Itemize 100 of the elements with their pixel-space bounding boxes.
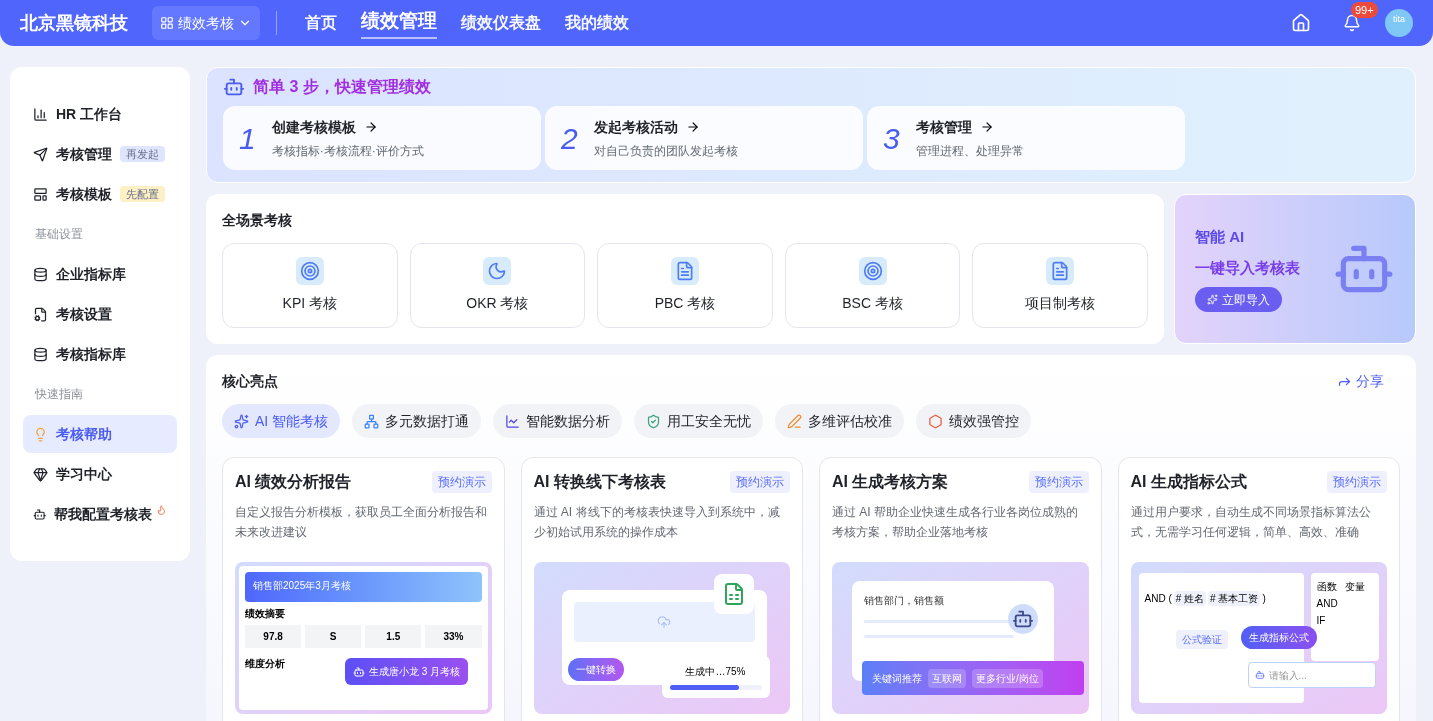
feature-tab[interactable]: 多元数据打通 — [352, 404, 482, 438]
step-number: 2 — [561, 120, 578, 157]
arrow-icon — [979, 120, 994, 134]
sidebar-item[interactable]: 考核设置 — [23, 295, 177, 333]
robot-icon — [1254, 670, 1265, 680]
feature-tab[interactable]: AI 智能考核 — [222, 404, 341, 438]
scenario-icon — [1046, 257, 1075, 285]
section-title: 全场景考核 — [222, 211, 293, 230]
menu-icon — [33, 466, 48, 482]
function-name: AND ( — [1144, 592, 1172, 606]
demo-button[interactable]: 预约演示 — [1327, 471, 1387, 493]
step-card[interactable]: 2 发起考核活动 对自己负责的团队发起考核 — [545, 106, 863, 170]
nav-tab[interactable]: 首页 — [305, 11, 337, 35]
feature-tab[interactable]: 用工安全无忧 — [634, 404, 764, 438]
scenario-label: 项目制考核 — [1025, 294, 1096, 313]
feature-icon — [234, 413, 249, 429]
module-switcher[interactable]: 绩效考核 — [152, 6, 260, 40]
step-number: 3 — [883, 120, 900, 157]
sidebar-item[interactable]: 考核管理 再发起 — [23, 135, 177, 173]
scenario-card[interactable]: KPI 考核 — [222, 243, 398, 328]
menu-label: 考核管理 — [56, 144, 112, 164]
nav-tab[interactable]: 绩效管理 — [361, 6, 437, 40]
robot-icon — [223, 76, 245, 98]
menu-label: 学习中心 — [56, 464, 112, 484]
section-label: 快速指南 — [34, 386, 84, 403]
notification-icon[interactable] — [1343, 14, 1361, 32]
scenario-icon — [483, 257, 512, 285]
menu-icon — [33, 306, 48, 322]
function-item[interactable]: IF — [1316, 613, 1373, 628]
section-title: 核心亮点 — [222, 372, 278, 391]
menu-label: 考核设置 — [56, 304, 112, 324]
scenario-label: KPI 考核 — [282, 294, 338, 313]
step-description: 管理进程、处理异常 — [915, 142, 1024, 160]
generate-report-button[interactable]: 生成唐小龙 3 月考核 — [345, 658, 469, 685]
menu-icon — [33, 146, 48, 162]
demo-button[interactable]: 预约演示 — [1028, 471, 1089, 493]
menu-icon — [33, 266, 48, 282]
nav-tab[interactable]: 绩效仪表盘 — [461, 11, 541, 35]
closing-paren: ) — [1262, 592, 1266, 606]
demo-button[interactable]: 预约演示 — [730, 471, 790, 493]
step-title: 考核管理 — [915, 117, 972, 137]
feature-tab[interactable]: 智能数据分析 — [493, 404, 623, 438]
import-button[interactable]: 立即导入 — [1195, 287, 1282, 312]
card-title: AI 生成指标公式 — [1130, 472, 1247, 492]
menu-icon — [33, 426, 48, 442]
home-icon[interactable] — [1291, 13, 1311, 33]
generate-formula-button[interactable]: 生成指标公式 — [1240, 626, 1317, 649]
step-number: 1 — [239, 120, 256, 157]
step-card[interactable]: 3 考核管理 管理进程、处理异常 — [867, 106, 1185, 170]
scenario-card[interactable]: PBC 考核 — [597, 243, 773, 328]
menu-icon — [33, 346, 48, 362]
sidebar-item[interactable]: 企业指标库 — [23, 255, 177, 293]
feature-icon — [928, 413, 944, 429]
upload-icon — [657, 615, 671, 629]
sidebar-item[interactable]: 考核指标库 — [23, 335, 177, 373]
verify-button[interactable]: 公式验证 — [1175, 630, 1228, 649]
feature-icon — [646, 413, 662, 429]
sidebar-item[interactable]: 帮我配置考核表 — [23, 495, 177, 533]
scenario-icon — [295, 257, 324, 285]
steps-title: 简单 3 步，快速管理绩效 — [253, 77, 431, 97]
card-title: AI 生成考核方案 — [832, 472, 949, 492]
sidebar-item[interactable]: HR 工作台 — [23, 95, 177, 133]
nav-tab[interactable]: 我的绩效 — [565, 11, 629, 35]
stat-value: 97.8 — [245, 625, 302, 648]
card-description: 通过 AI 帮助企业快速生成各行业各岗位成熟的考核方案，帮助企业落地考核 — [832, 504, 1079, 541]
function-item[interactable]: AND — [1316, 596, 1373, 611]
scenario-card[interactable]: 项目制考核 — [972, 243, 1148, 328]
menu-label: 考核指标库 — [56, 344, 126, 364]
step-card[interactable]: 1 创建考核模板 考核指标·考核流程·评价方式 — [223, 106, 541, 170]
scenario-label: PBC 考核 — [654, 294, 716, 313]
menu-badge: 先配置 — [120, 185, 165, 203]
arrow-icon — [363, 120, 378, 134]
sidebar-item[interactable]: 考核模板 先配置 — [23, 175, 177, 213]
scenario-label: BSC 考核 — [842, 294, 903, 313]
brand-name: 北京黑镜科技 — [20, 11, 128, 35]
sidebar-item[interactable]: 考核帮助 — [23, 415, 177, 453]
panel-tab[interactable]: 函数 — [1316, 579, 1337, 594]
sparkle-icon — [1207, 294, 1218, 305]
menu-label: 考核模板 — [56, 184, 112, 204]
menu-label: 考核帮助 — [56, 424, 112, 444]
scenario-card[interactable]: BSC 考核 — [784, 243, 961, 328]
step-title: 发起考核活动 — [593, 117, 678, 137]
card-description: 自定义报告分析模板，获取员工全面分析报告和未来改进建议 — [235, 504, 488, 541]
panel-tab[interactable]: 变量 — [1344, 579, 1365, 594]
share-button[interactable]: 分享 — [1337, 371, 1384, 392]
summary-label: 绩效摘要 — [245, 607, 286, 621]
step-description: 考核指标·考核流程·评价方式 — [271, 142, 424, 160]
promo-subtitle: 一键导入考核表 — [1195, 257, 1301, 278]
scenario-icon — [858, 257, 887, 285]
menu-label: 企业指标库 — [56, 264, 126, 284]
menu-icon — [33, 106, 48, 122]
menu-icon — [33, 186, 48, 202]
scenario-card[interactable]: OKR 考核 — [409, 243, 586, 328]
feature-tab[interactable]: 绩效强管控 — [916, 404, 1032, 438]
convert-button[interactable]: 一键转换 — [567, 658, 624, 681]
menu-label: 帮我配置考核表 — [54, 504, 153, 524]
card-title: AI 绩效分析报告 — [235, 472, 352, 492]
feature-tab[interactable]: 多维评估校准 — [775, 404, 905, 438]
sidebar-item[interactable]: 学习中心 — [23, 455, 177, 493]
demo-button[interactable]: 预约演示 — [431, 471, 492, 493]
